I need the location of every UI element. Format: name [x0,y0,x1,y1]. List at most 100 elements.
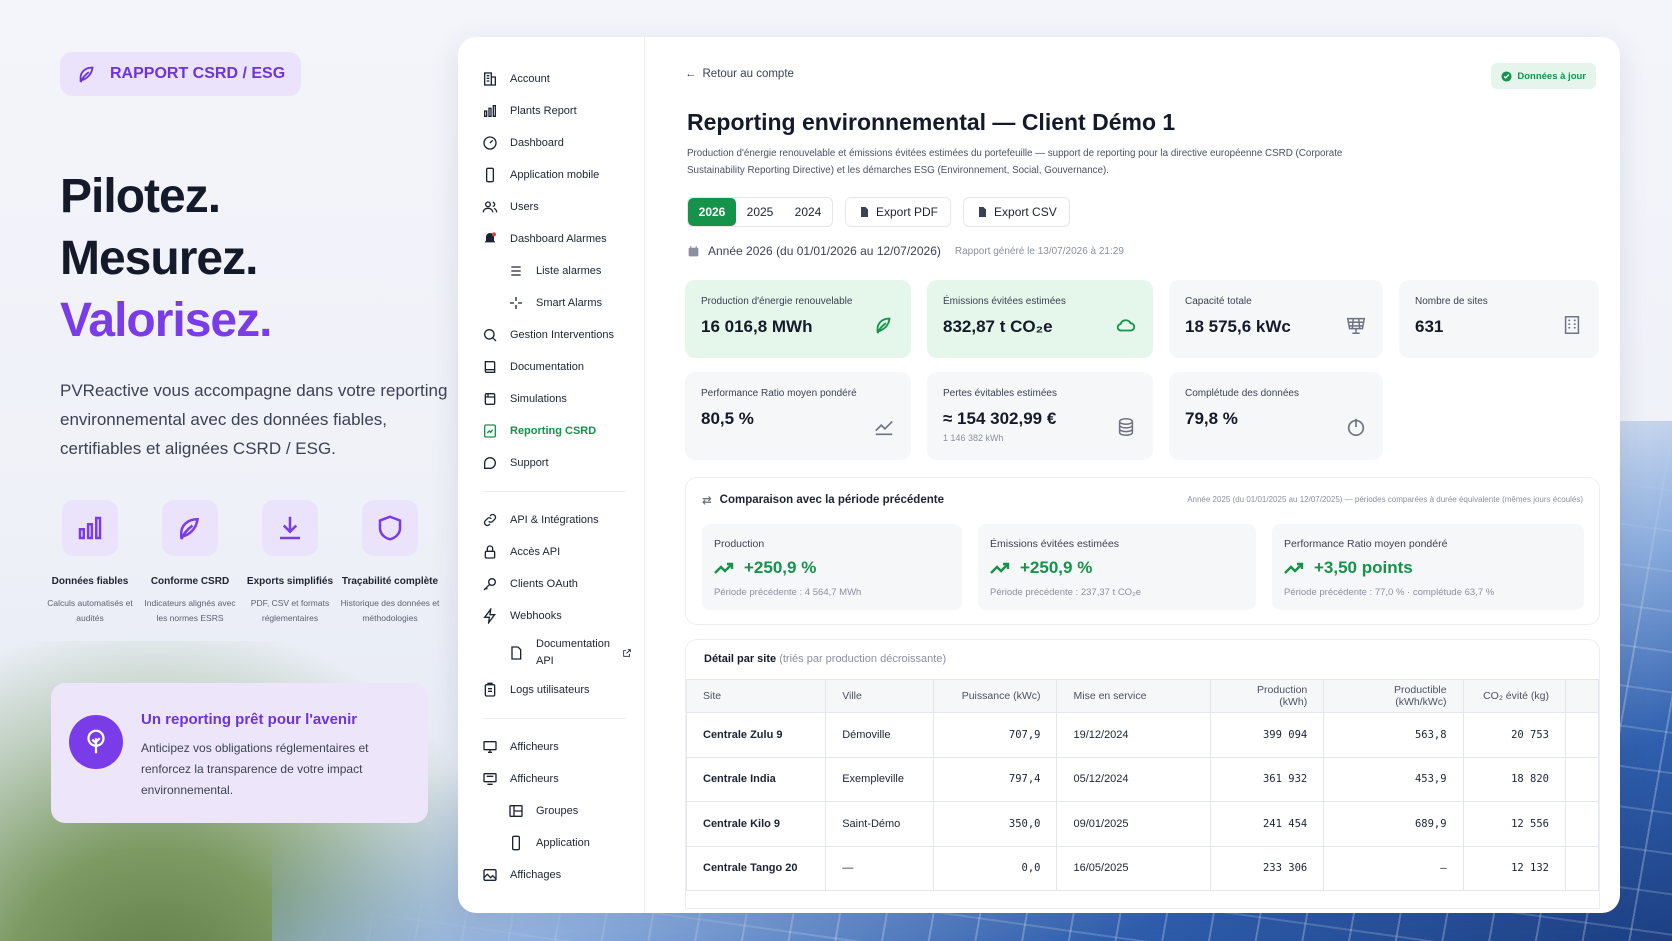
tree-icon [87,729,105,754]
year-tab-2026[interactable]: 2026 [688,198,736,226]
table-header-row: Site Ville Puissance (kWc) Mise en servi… [686,679,1599,713]
comparison-item: Performance Ratio moyen pondéré +3,50 po… [1272,524,1584,610]
sparkle-icon [510,297,522,309]
kpi-card: Capacité totale 18 575,6 kWc [1169,280,1383,358]
report-icon [484,424,496,438]
year-selector: 2026 2025 2024 [687,197,833,227]
table-row[interactable]: Centrale Kilo 9 Saint-Démo 350,0 09/01/2… [686,801,1599,847]
document-icon [511,646,522,660]
external-link-icon [623,649,631,657]
sidebar-item-affichages[interactable]: Affichages [458,859,644,891]
trend-up-icon [990,562,1010,574]
sidebar: Account Plants Report Dashboard Applicat… [458,37,645,913]
sidebar-item-account[interactable]: Account [458,63,644,95]
column-header[interactable]: Mise en service [1056,679,1211,713]
sidebar-item-oauth-clients[interactable]: Clients OAuth [458,568,644,600]
toolbar: 2026 2025 2024 Export PDF Export CSV [687,197,1070,227]
sidebar-item-gestion-interventions[interactable]: Gestion Interventions [458,319,644,351]
column-header[interactable]: Productible (kWh/kWc) [1323,679,1464,713]
feature-item: Données fiables Calculs automatisés et a… [40,500,140,626]
file-icon [979,207,987,217]
site-table: Site Ville Puissance (kWc) Mise en servi… [686,679,1599,891]
feature-item: Traçabilité complète Historique des donn… [340,500,440,626]
kpi-card: Nombre de sites 631 [1399,280,1599,358]
key-icon [483,578,496,591]
leaf-icon [180,517,199,540]
sidebar-item-liste-alarmes[interactable]: Liste alarmes [458,255,644,287]
back-link[interactable]: ← Retour au compte [685,68,794,80]
column-header[interactable]: Production (kWh) [1209,679,1325,713]
sidebar-item-users[interactable]: Users [458,191,644,223]
sidebar-item-webhooks[interactable]: Webhooks [458,600,644,632]
column-header-spacer [1565,679,1599,713]
link-icon [483,513,497,527]
sidebar-item-api-integrations[interactable]: API & Intégrations [458,504,644,536]
sidebar-item-groupes[interactable]: Groupes [458,795,644,827]
monitor-icon [483,741,497,753]
check-circle-icon [1501,70,1512,82]
feature-item: Conforme CSRD Indicateurs alignés avec l… [140,500,240,626]
site-detail-panel: Détail par site (triés par production dé… [685,639,1600,909]
sidebar-item-simulations[interactable]: Simulations [458,383,644,415]
kpi-card: Émissions évitées estimées 832,87 t CO₂e [927,280,1153,358]
leaf-icon [876,317,891,334]
lock-icon [484,545,496,559]
column-header[interactable]: Puissance (kWc) [933,679,1058,713]
feature-item: Exports simplifiés PDF, CSV et formats r… [240,500,340,626]
sidebar-item-dashboard-alarmes[interactable]: Dashboard Alarmes [458,223,644,255]
comparison-item: Production +250,9 % Période précédente :… [702,524,962,610]
arrow-left-icon: ← [685,68,697,80]
column-header[interactable]: Ville [825,679,935,713]
file-icon [861,207,868,217]
sidebar-item-api-access[interactable]: Accès API [458,536,644,568]
table-row[interactable]: Centrale India Exempleville 797,4 05/12/… [686,756,1599,802]
sidebar-item-application[interactable]: Application [458,827,644,859]
sidebar-item-user-logs[interactable]: Logs utilisateurs [458,674,644,706]
sidebar-divider [482,718,626,719]
comparison-title: ⇄ Comparaison avec la période précédente [702,494,944,507]
sidebar-item-plants-report[interactable]: Plants Report [458,95,644,127]
kpi-card: Production d'énergie renouvelable 16 016… [685,280,911,358]
status-badge: Données à jour [1491,63,1596,89]
search-tool-icon [484,329,497,342]
book-icon [484,361,496,373]
kpi-card: Performance Ratio moyen pondéré 80,5 % [685,372,911,460]
year-tab-2025[interactable]: 2025 [736,198,784,226]
column-header[interactable]: Site [686,679,827,713]
grid-icon [509,805,523,817]
year-tab-2024[interactable]: 2024 [784,198,832,226]
table-row[interactable]: Centrale Zulu 9 Démoville 707,9 19/12/20… [686,712,1599,758]
building-icon [1564,316,1580,334]
comparison-panel: ⇄ Comparaison avec la période précédente … [685,477,1600,625]
bar-chart-icon [484,105,496,117]
hero: RAPPORT CSRD / ESG Pilotez. Mesurez. Val… [60,52,460,463]
download-icon [280,516,300,540]
calendar-icon [688,245,699,256]
sidebar-item-support[interactable]: Support [458,447,644,479]
sidebar-item-mobile-app[interactable]: Application mobile [458,159,644,191]
sidebar-item-documentation[interactable]: Documentation [458,351,644,383]
export-csv-button[interactable]: Export CSV [963,197,1070,227]
sidebar-item-reporting-csrd[interactable]: Reporting CSRD [458,415,644,447]
feature-list: Données fiables Calculs automatisés et a… [40,500,440,626]
cloud-icon [1116,319,1136,332]
display-icon [483,773,497,785]
trend-up-icon [714,562,734,574]
sidebar-item-smart-alarms[interactable]: Smart Alarms [458,287,644,319]
image-icon [483,869,497,881]
table-row[interactable]: Centrale Tango 20 — 0,0 16/05/2025 233 3… [686,845,1599,891]
solar-panel-icon [1346,317,1366,334]
bell-icon [484,232,496,243]
sidebar-item-documentation-api[interactable]: Documentation API [458,632,644,674]
list-icon [511,266,521,276]
export-pdf-button[interactable]: Export PDF [845,197,952,227]
sidebar-item-afficheurs[interactable]: Afficheurs [458,731,644,763]
kpi-card: Pertes évitables estimées ≈ 154 302,99 €… [927,372,1153,460]
coins-icon [1118,418,1134,436]
column-header[interactable]: CO₂ évité (kg) [1462,679,1567,713]
sidebar-divider [482,491,626,492]
power-icon [1347,418,1365,437]
trend-up-icon [1284,562,1304,574]
sidebar-item-dashboard[interactable]: Dashboard [458,127,644,159]
sidebar-item-afficheurs-group[interactable]: Afficheurs [458,763,644,795]
